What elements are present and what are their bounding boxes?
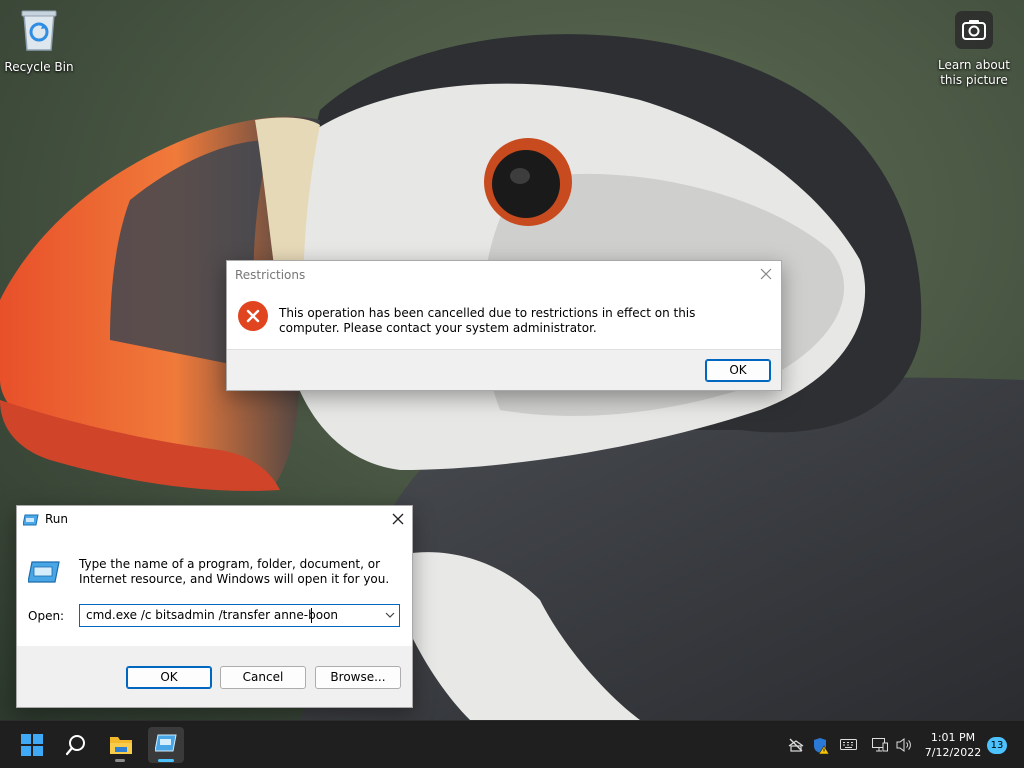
run-app-icon — [22, 513, 39, 530]
error-message: This operation has been cancelled due to… — [279, 306, 696, 335]
run-dialog: Run Type the name of a program, folder, … — [16, 505, 413, 708]
chevron-down-icon[interactable] — [384, 609, 396, 624]
running-indicator — [115, 759, 125, 762]
active-indicator — [158, 759, 174, 762]
start-button[interactable] — [14, 727, 50, 763]
dialog-titlebar[interactable]: Run — [17, 506, 412, 533]
search-button[interactable] — [58, 727, 94, 763]
notification-badge[interactable]: 13 — [987, 737, 1007, 754]
desktop-icon-recycle-bin[interactable]: Recycle Bin — [1, 8, 77, 75]
desktop-icon-label: Learn about this picture — [938, 58, 1010, 87]
dialog-footer: OK Cancel Browse... — [17, 646, 412, 707]
speaker-icon[interactable] — [896, 737, 913, 756]
ok-button[interactable]: OK — [126, 666, 212, 689]
recycle-bin-icon — [1, 8, 77, 56]
open-label: Open: — [28, 609, 65, 623]
error-icon — [237, 300, 269, 335]
dialog-title: Run — [45, 512, 69, 526]
clock-time: 1:01 PM — [930, 731, 976, 744]
restrictions-dialog: Restrictions This operation has been can… — [226, 260, 782, 391]
desktop-icon-label: Recycle Bin — [4, 60, 74, 74]
keyboard-icon[interactable] — [840, 737, 857, 754]
ok-button[interactable]: OK — [705, 359, 771, 382]
taskbar: 1:01 PM 7/12/2022 13 — [0, 720, 1024, 768]
display-icon[interactable] — [872, 737, 888, 756]
file-explorer-button[interactable] — [102, 727, 138, 763]
run-program-icon — [27, 561, 60, 586]
open-command-combobox[interactable]: cmd.exe /c bitsadmin /transfer anne-boon — [79, 604, 400, 627]
run-taskbar-button[interactable] — [148, 727, 184, 763]
close-icon[interactable] — [757, 265, 775, 283]
dialog-footer: OK — [227, 349, 781, 390]
system-clock[interactable]: 1:01 PM 7/12/2022 — [920, 730, 986, 760]
text-cursor — [311, 608, 312, 623]
network-disconnected-icon[interactable] — [788, 737, 804, 756]
browse-button[interactable]: Browse... — [315, 666, 401, 689]
dialog-titlebar[interactable]: Restrictions — [227, 261, 781, 289]
dialog-body: This operation has been cancelled due to… — [227, 289, 781, 351]
dialog-title: Restrictions — [235, 268, 306, 282]
command-input-value[interactable]: cmd.exe /c bitsadmin /transfer anne-boon — [86, 608, 338, 622]
cancel-button[interactable]: Cancel — [220, 666, 306, 689]
desktop-icon-learn-about-picture[interactable]: Learn about this picture — [936, 10, 1012, 88]
run-description: Type the name of a program, folder, docu… — [79, 557, 390, 586]
security-warning-icon[interactable] — [812, 737, 830, 758]
close-icon[interactable] — [390, 511, 406, 527]
camera-icon — [936, 10, 1012, 54]
clock-date: 7/12/2022 — [924, 746, 982, 759]
